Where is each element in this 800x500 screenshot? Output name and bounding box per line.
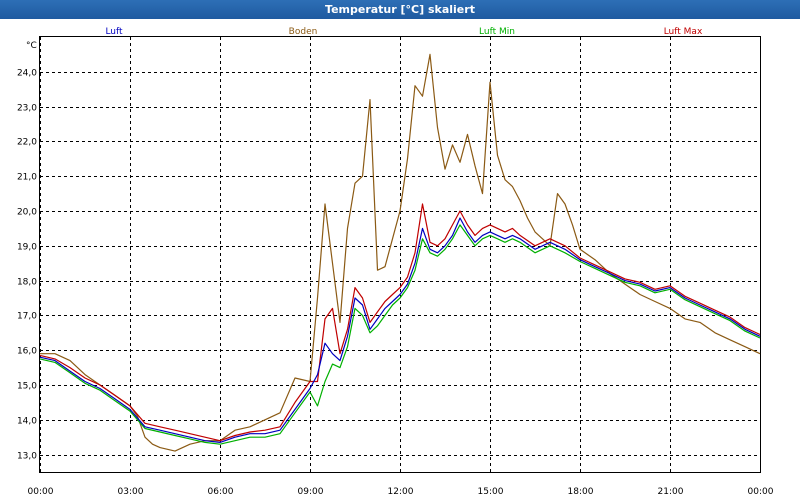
legend-item-luft-max: Luft Max	[664, 27, 703, 37]
x-tick-time-label: 03:00	[118, 487, 144, 497]
y-tick-label: 21,0	[17, 173, 37, 183]
x-tick-time-label: 12:00	[388, 487, 414, 497]
y-tick-label: 18,0	[17, 278, 37, 288]
x-tick-time-label: 21:00	[658, 487, 684, 497]
legend-item-luft-min: Luft Min	[479, 27, 515, 37]
y-axis: 13,0 14,0 15,0 16,0 17,0 18,0 19,0 20,0 21,0 22,0…	[17, 69, 37, 462]
y-tick-label: 20,0	[17, 208, 37, 218]
legend-item-luft: Luft	[105, 27, 123, 37]
legend-item-boden: Boden	[289, 27, 318, 37]
y-tick-label: 24,0	[17, 69, 37, 79]
y-tick-label: 17,0	[17, 312, 37, 322]
y-tick-label: 19,0	[17, 243, 37, 253]
window-title: Temperatur [°C] skaliert	[0, 0, 800, 19]
legend: Luft Boden Luft Min Luft Max	[105, 27, 703, 37]
x-tick-time-label: 00:00	[28, 487, 54, 497]
x-tick-time-label: 09:00	[298, 487, 324, 497]
y-tick-label: 16,0	[17, 347, 37, 357]
y-tick-label: 15,0	[17, 382, 37, 392]
temperature-chart: Luft Boden Luft Min Luft Max °C 13,0 14,0 15,…	[17, 27, 774, 497]
x-axis: 00:0011.06.1903:0011.06.1906:0011.06.190…	[28, 487, 774, 497]
chart-window: Temperatur [°C] skaliert Luft Boden Luft M…	[0, 0, 800, 500]
y-tick-label: 13,0	[17, 452, 37, 462]
y-axis-unit-label: °C	[26, 41, 37, 51]
y-tick-label: 23,0	[17, 104, 37, 114]
x-tick-time-label: 15:00	[478, 487, 504, 497]
x-tick-time-label: 18:00	[568, 487, 594, 497]
y-tick-label: 14,0	[17, 417, 37, 427]
x-tick-time-label: 00:00	[748, 487, 774, 497]
y-tick-label: 22,0	[17, 138, 37, 148]
x-tick-time-label: 06:00	[208, 487, 234, 497]
